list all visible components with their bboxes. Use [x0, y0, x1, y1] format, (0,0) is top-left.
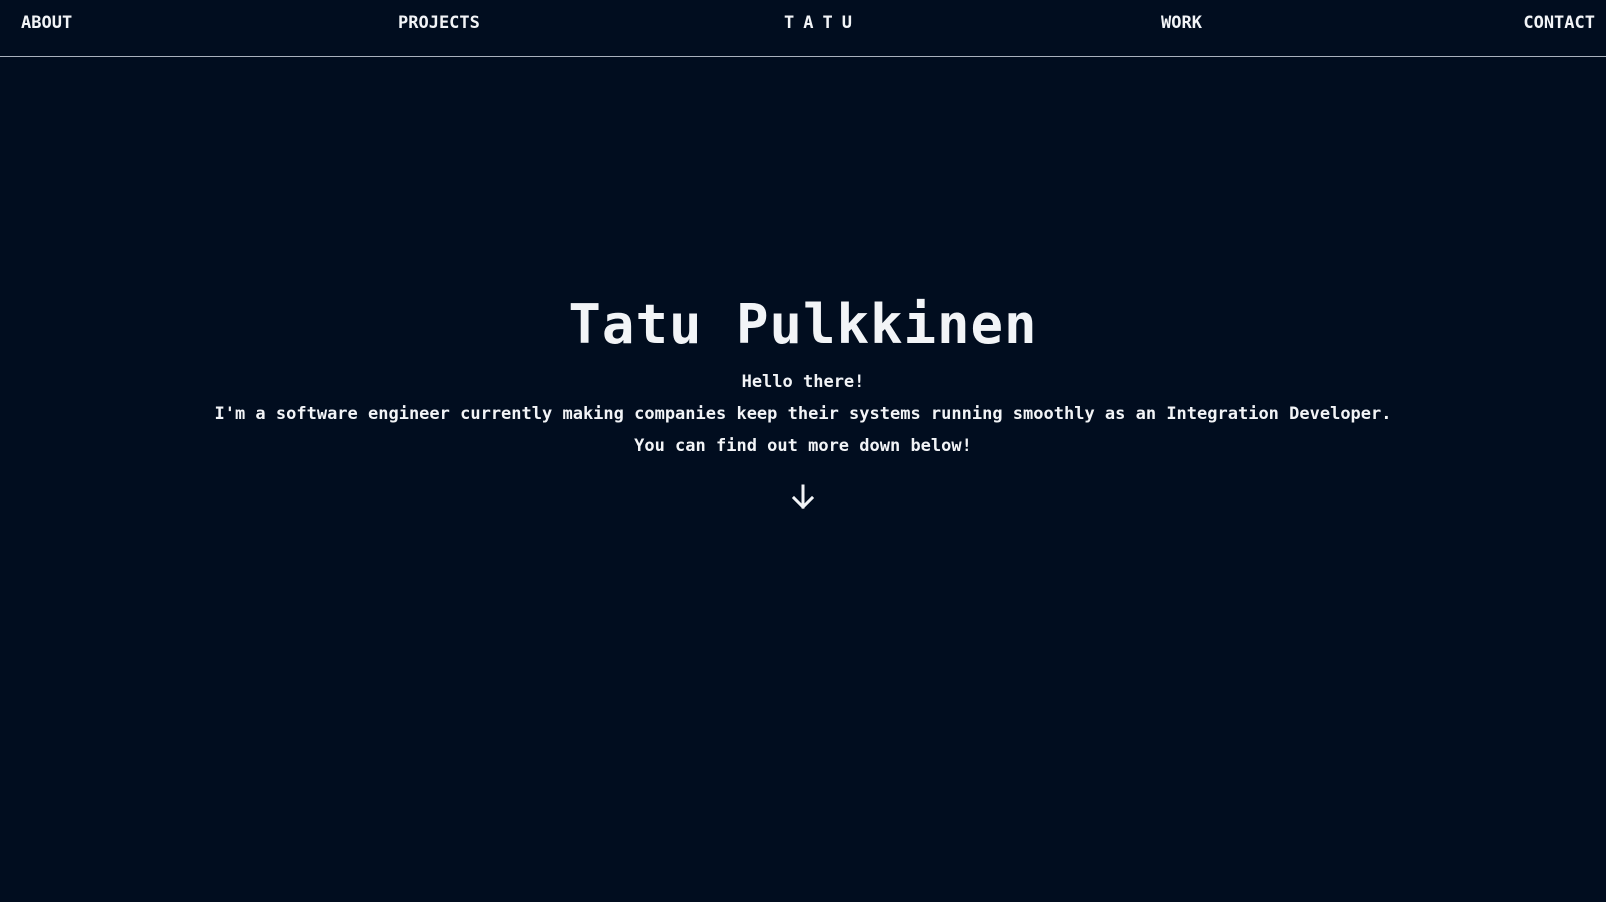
hero-greeting: Hello there! [741, 372, 865, 392]
hero-intro: Hello there! I'm a software engineer cur… [0, 366, 1606, 462]
hero-title: Tatu Pulkkinen [568, 293, 1038, 356]
hero-cta-text: You can find out more down below! [634, 436, 972, 456]
arrow-down-icon[interactable] [791, 484, 815, 510]
top-navigation: ABOUT PROJECTS TATU WORK CONTACT [0, 0, 1606, 57]
nav-work-link[interactable]: WORK [1161, 13, 1202, 33]
brand-logo-link[interactable]: TATU [784, 13, 861, 33]
hero-section: Tatu Pulkkinen Hello there! I'm a softwa… [0, 290, 1606, 514]
page: ABOUT PROJECTS TATU WORK CONTACT Tatu Pu… [0, 0, 1606, 902]
nav-contact-link[interactable]: CONTACT [1523, 13, 1595, 33]
nav-about-link[interactable]: ABOUT [21, 13, 72, 33]
hero-description: I'm a software engineer currently making… [214, 404, 1392, 424]
nav-projects-link[interactable]: PROJECTS [398, 13, 480, 33]
